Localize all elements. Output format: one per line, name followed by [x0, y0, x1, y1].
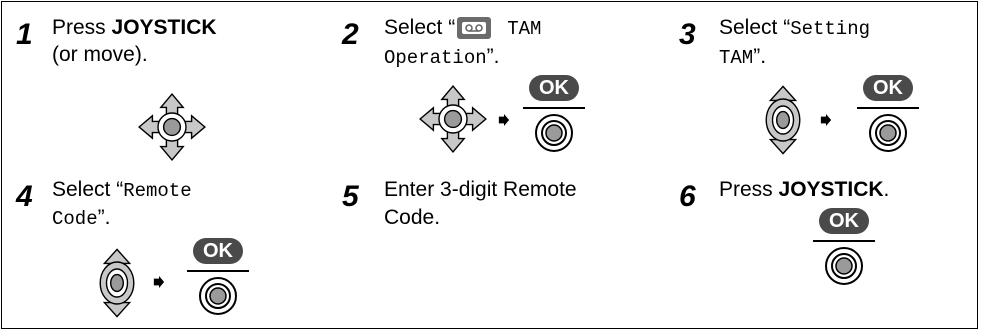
- ok-button-icon: [824, 246, 864, 286]
- text-segment: Select “: [384, 16, 456, 39]
- step-text-line2: Code.: [384, 206, 441, 229]
- step-number: 1: [16, 18, 33, 51]
- text-segment: Remote: [123, 180, 192, 202]
- divider: [523, 107, 585, 109]
- right-arrow-icon: [153, 276, 165, 288]
- text-segment: Code: [52, 208, 98, 230]
- divider: [857, 107, 919, 109]
- step-text: Enter 3-digit Remote: [384, 178, 577, 201]
- step-number: 5: [342, 180, 359, 213]
- joystick-4way-icon: [418, 84, 488, 154]
- step-text: Select “Remote: [52, 177, 192, 204]
- step-text: Select “ TAM: [384, 15, 541, 42]
- text-segment: Select “: [719, 16, 791, 39]
- text-segment: TAM: [719, 47, 754, 69]
- tam-icon: [457, 17, 492, 40]
- step-text-line2: (or move).: [52, 43, 148, 66]
- right-arrow-icon: [820, 114, 832, 126]
- ok-button-icon: [868, 113, 908, 153]
- step-text-line2: Code”.: [52, 205, 110, 232]
- text-segment: ”.: [97, 206, 111, 229]
- ok-label: OK: [863, 75, 913, 101]
- text-segment: Press: [719, 178, 779, 201]
- text-segment: ”.: [753, 45, 767, 68]
- joystick-label: JOYSTICK: [778, 178, 884, 201]
- text-segment: Setting: [790, 18, 871, 40]
- text-segment: ”.: [486, 45, 500, 68]
- step-text-line2: TAM”.: [719, 44, 766, 71]
- ok-label: OK: [819, 208, 869, 234]
- step-text: Press JOYSTICK.: [719, 177, 889, 202]
- text-segment: Select “: [52, 178, 124, 201]
- text-segment: Press: [52, 16, 112, 39]
- divider: [813, 240, 875, 242]
- step-text: Press JOYSTICK: [52, 15, 217, 40]
- right-arrow-icon: [498, 114, 510, 126]
- ok-button-icon: [534, 113, 574, 153]
- text-segment: TAM: [507, 18, 542, 40]
- joystick-updown-icon: [762, 85, 804, 155]
- step-text-line2: Operation”.: [384, 44, 499, 71]
- ok-button-icon: [198, 276, 238, 316]
- joystick-4way-icon: [137, 92, 207, 162]
- text-segment: Operation: [384, 47, 487, 69]
- ok-label: OK: [529, 75, 579, 101]
- step-number: 3: [679, 18, 696, 51]
- text-segment: .: [883, 178, 890, 201]
- step-number: 4: [16, 180, 33, 213]
- step-text: Select “Setting: [719, 15, 870, 42]
- divider: [187, 270, 249, 272]
- step-number: 6: [679, 180, 696, 213]
- joystick-updown-icon: [96, 248, 138, 318]
- ok-label: OK: [193, 238, 243, 264]
- step-number: 2: [342, 18, 359, 51]
- joystick-label: JOYSTICK: [111, 16, 217, 39]
